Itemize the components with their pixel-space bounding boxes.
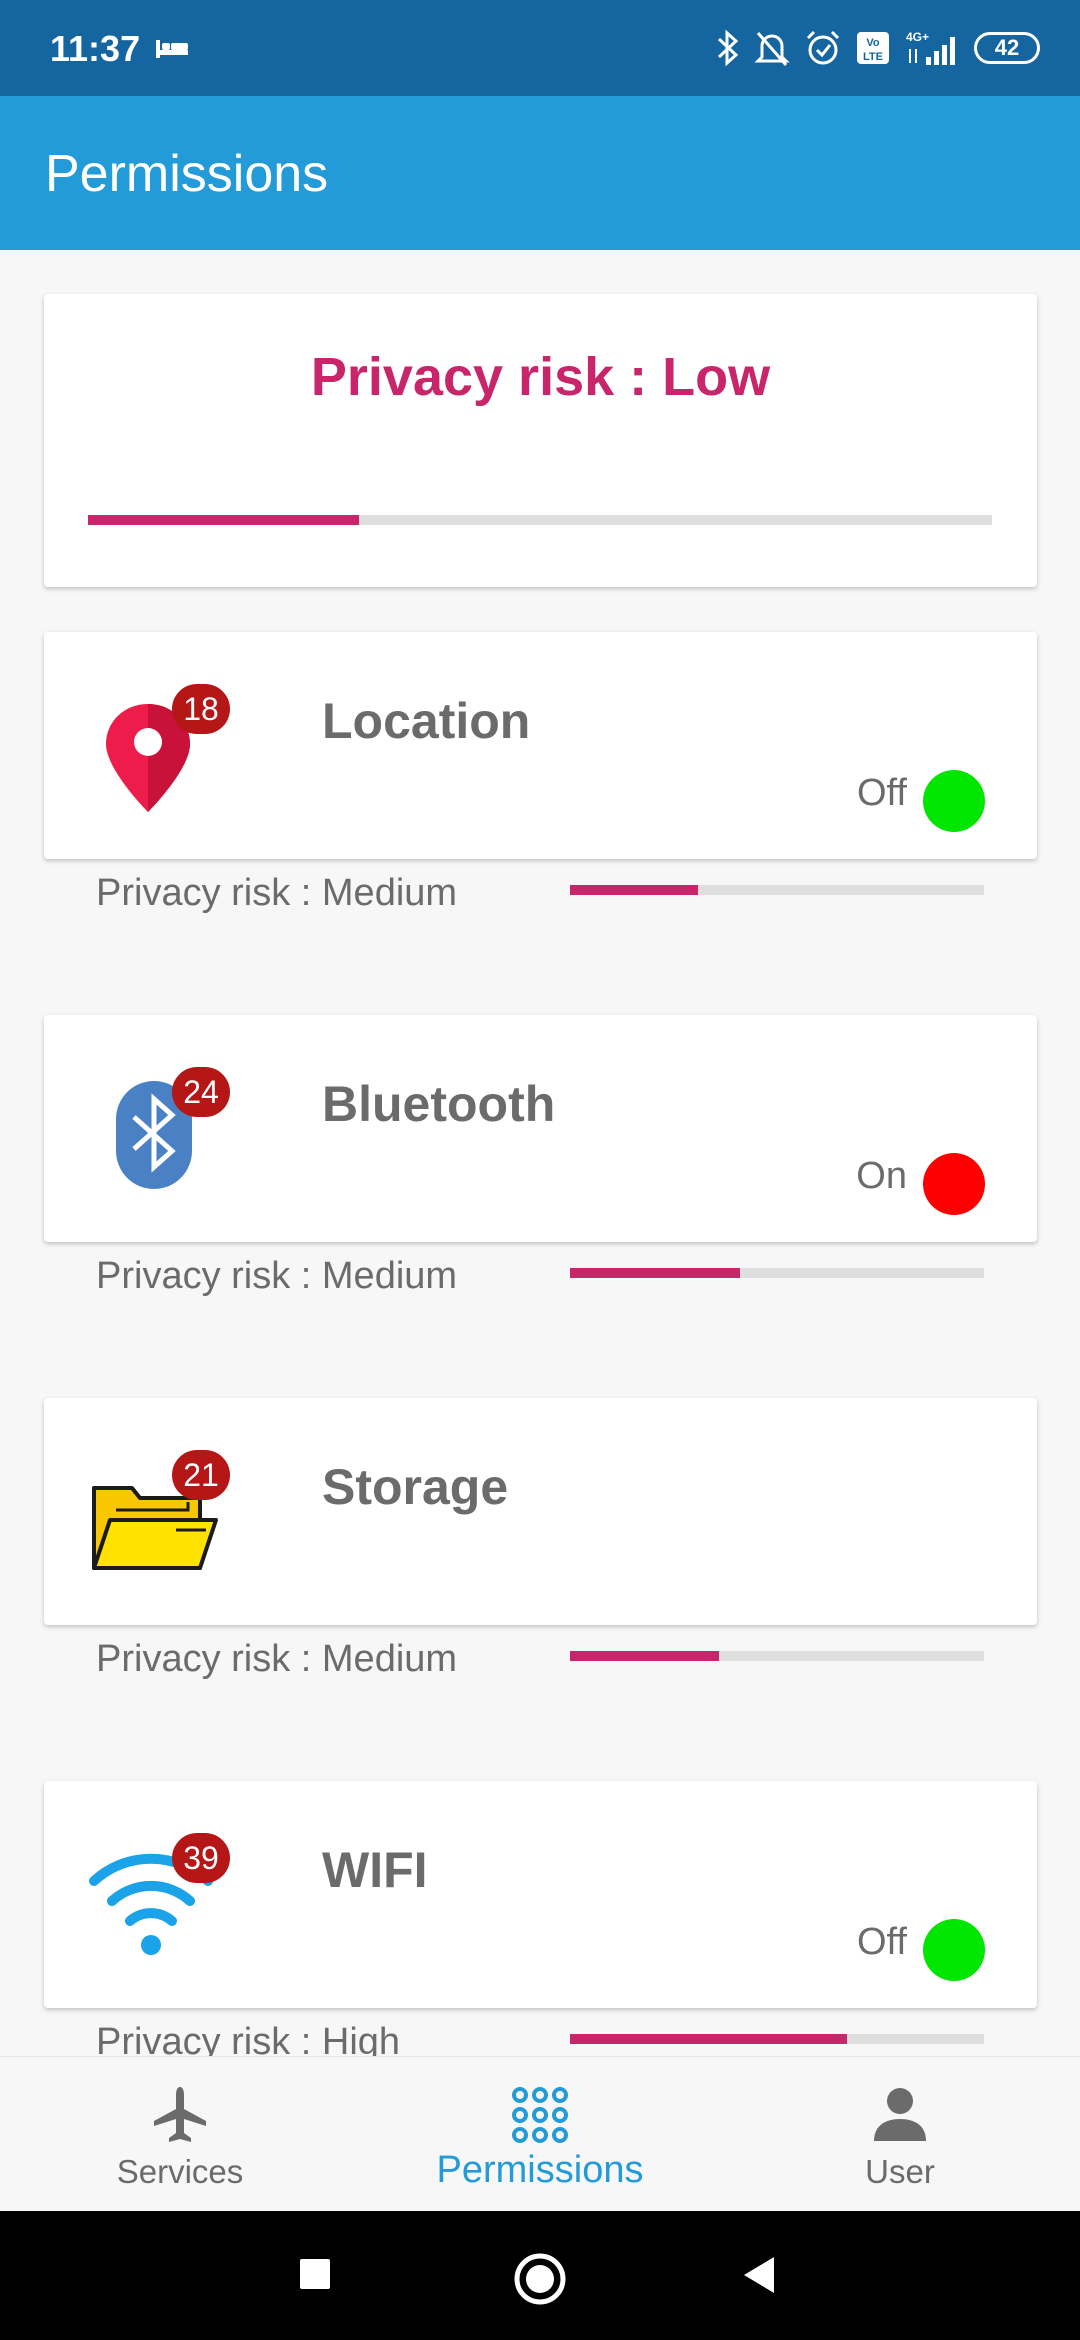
permission-risk-bar-fill — [570, 1268, 740, 1278]
toggle-label: Off — [857, 1921, 907, 1963]
alarm-icon — [806, 30, 840, 65]
permission-risk-bar-fill — [570, 1651, 720, 1661]
volte-icon: Vo LTE — [857, 32, 889, 64]
nav-item-user[interactable]: User — [720, 2057, 1080, 2212]
back-button[interactable] — [742, 2255, 778, 2295]
location-count-badge: 18 — [172, 684, 230, 734]
permission-card-storage[interactable]: 21 Storage Privacy risk : Medium — [44, 1398, 1037, 1680]
wifi-toggle[interactable] — [923, 1919, 985, 1981]
airplane-icon — [154, 2087, 206, 2142]
bell-off-icon — [754, 32, 790, 66]
status-time: 11:37 — [50, 28, 141, 69]
person-icon — [874, 2088, 926, 2141]
permission-name: Location — [322, 693, 531, 749]
permission-card-location[interactable]: 18 Location Off Privacy risk : Medium — [44, 632, 1037, 914]
toggle-label: Off — [857, 772, 907, 814]
triangle-back-icon — [744, 2257, 774, 2293]
privacy-risk-bar-fill — [88, 515, 360, 525]
bluetooth-count-badge: 24 — [172, 1067, 230, 1117]
privacy-risk-bar — [88, 515, 992, 525]
permission-risk-bar — [570, 1651, 984, 1661]
permission-name: WIFI — [322, 1842, 428, 1898]
wifi-count-badge: 39 — [172, 1833, 230, 1883]
permission-risk-bar — [570, 1268, 984, 1278]
bluetooth-icon — [717, 29, 739, 67]
location-toggle[interactable] — [923, 770, 985, 832]
permission-risk-label: Privacy risk : Medium — [96, 1255, 458, 1297]
status-bar: 11:37 Vo LTE 4G+ 42 — [0, 0, 1080, 96]
privacy-summary-card: Privacy risk : Low — [44, 294, 1037, 587]
permission-card-wifi[interactable]: 39 WIFI Off Privacy risk : High — [44, 1781, 1037, 2056]
app-bar: Permissions — [0, 96, 1080, 250]
square-icon — [300, 2259, 330, 2289]
permission-name: Bluetooth — [322, 1076, 556, 1132]
permission-risk-label: Privacy risk : Medium — [96, 1638, 458, 1680]
sleep-icon — [156, 40, 188, 58]
nav-label: User — [865, 2153, 935, 2190]
bluetooth-toggle[interactable] — [923, 1153, 985, 1215]
permission-risk-bar-fill — [570, 2034, 848, 2044]
nav-item-services[interactable]: Services — [0, 2057, 360, 2212]
svg-text:Vo: Vo — [866, 37, 880, 49]
toggle-label: On — [856, 1155, 907, 1197]
permission-card-bluetooth[interactable]: 24 Bluetooth On Privacy risk : Medium — [44, 1015, 1037, 1297]
bottom-navigation: Services Permissions User — [0, 2056, 1080, 2211]
status-icons: Vo LTE 4G+ 42 — [716, 24, 1040, 72]
nav-label: Permissions — [436, 2149, 644, 2191]
permission-risk-bar-fill — [570, 885, 699, 895]
privacy-risk-title: Privacy risk : Low — [310, 347, 771, 407]
recents-button[interactable] — [298, 2257, 332, 2291]
permission-risk-label: Privacy risk : Medium — [96, 872, 458, 914]
svg-text:LTE: LTE — [863, 51, 883, 63]
svg-text:4G+: 4G+ — [906, 30, 929, 44]
battery-icon: 42 — [974, 32, 1040, 64]
nav-label: Services — [116, 2153, 244, 2190]
home-button[interactable] — [512, 2251, 568, 2307]
permission-risk-bar — [570, 2034, 984, 2044]
grid-icon — [512, 2087, 568, 2143]
storage-count-badge: 21 — [172, 1450, 230, 1500]
page-title: Permissions — [45, 145, 329, 203]
signal-icon: 4G+ — [906, 30, 955, 65]
system-navigation-bar — [0, 2211, 1080, 2340]
permission-name: Storage — [322, 1459, 509, 1515]
permission-risk-label: Privacy risk : High — [96, 2021, 401, 2056]
permission-risk-bar — [570, 885, 984, 895]
permissions-list[interactable]: Privacy risk : Low 18 Location Off Priva… — [0, 250, 1080, 2056]
nav-item-permissions[interactable]: Permissions — [360, 2057, 720, 2212]
